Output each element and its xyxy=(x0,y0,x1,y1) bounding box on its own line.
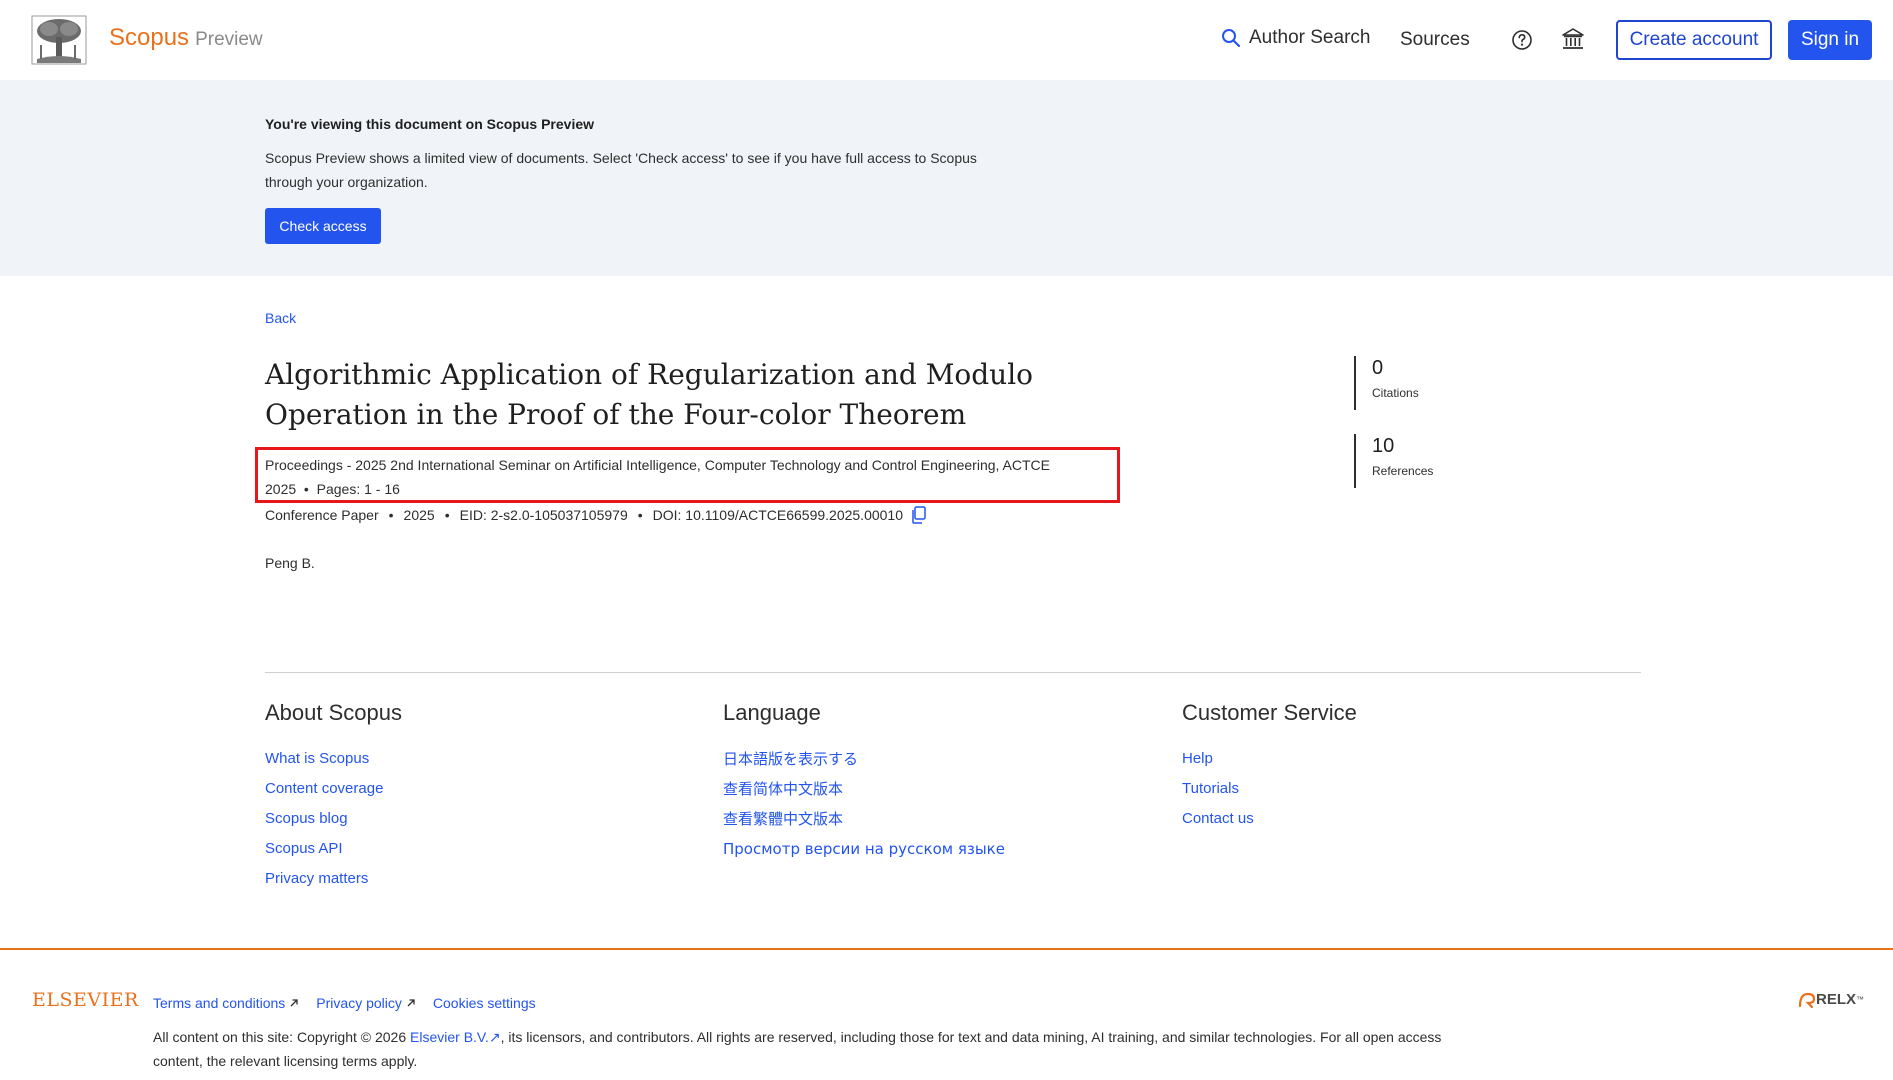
brand-sub: Preview xyxy=(195,29,263,50)
footer-about: About Scopus What is Scopus Content cove… xyxy=(265,700,402,894)
external-link-icon xyxy=(290,999,298,1007)
preview-banner: You're viewing this document on Scopus P… xyxy=(0,80,1893,276)
author-search-label: Author Search xyxy=(1249,27,1371,48)
institution-icon[interactable] xyxy=(1561,27,1585,51)
terms-link[interactable]: Terms and conditions xyxy=(153,995,300,1011)
footer-link-scopus-blog[interactable]: Scopus blog xyxy=(265,804,402,834)
scopus-brand[interactable]: Scopus Preview xyxy=(109,24,263,52)
footer-link-russian[interactable]: Просмотр версии на русском языке xyxy=(723,834,1005,864)
copyright-text: All content on this site: Copyright © 20… xyxy=(153,1025,1453,1073)
author-name[interactable]: Peng B. xyxy=(265,555,315,571)
external-link-icon xyxy=(407,999,415,1007)
footer-link-content-coverage[interactable]: Content coverage xyxy=(265,774,402,804)
brand-name: Scopus xyxy=(109,24,190,51)
footer-link-help[interactable]: Help xyxy=(1182,744,1357,774)
references-value: 10 xyxy=(1372,435,1395,457)
customer-heading: Customer Service xyxy=(1182,700,1357,725)
relx-logo[interactable]: RELX ™ xyxy=(1798,991,1864,1008)
footer-customer-service: Customer Service Help Tutorials Contact … xyxy=(1182,700,1357,834)
doc-year: 2025 xyxy=(403,507,435,523)
references-label: References xyxy=(1372,464,1434,478)
pages: Pages: 1 - 16 xyxy=(316,481,400,497)
footer-link-scopus-api[interactable]: Scopus API xyxy=(265,834,402,864)
footer-link-what-is-scopus[interactable]: What is Scopus xyxy=(265,744,402,774)
sources-link[interactable]: Sources xyxy=(1400,29,1470,51)
privacy-label: Privacy policy xyxy=(316,995,402,1011)
language-links: 日本語版を表示する 查看简体中文版本 查看繁體中文版本 Просмотр вер… xyxy=(723,744,1005,864)
footer-rule xyxy=(0,948,1893,950)
back-link[interactable]: Back xyxy=(265,310,296,326)
footer-link-contact-us[interactable]: Contact us xyxy=(1182,804,1357,834)
document-title: Algorithmic Application of Regularizatio… xyxy=(265,358,1034,431)
document-meta: Conference Paper • 2025 • EID: 2-s2.0-10… xyxy=(265,506,927,524)
footer-link-japanese[interactable]: 日本語版を表示する xyxy=(723,744,1005,774)
separator-dot: • xyxy=(296,481,317,497)
separator-dot: • xyxy=(637,507,643,523)
create-account-button[interactable]: Create account xyxy=(1616,20,1772,60)
site-header: Scopus Preview Author Search Sources Crea… xyxy=(0,0,1893,80)
search-icon xyxy=(1222,29,1241,48)
citations-value: 0 xyxy=(1372,357,1384,379)
copyright-pre: All content on this site: Copyright © 20… xyxy=(153,1029,407,1045)
copy-icon[interactable] xyxy=(911,506,927,524)
sign-in-button[interactable]: Sign in xyxy=(1788,20,1872,60)
help-icon[interactable] xyxy=(1511,29,1533,51)
footer-language: Language 日本語版を表示する 查看简体中文版本 查看繁體中文版本 Про… xyxy=(723,700,1005,864)
footer-divider xyxy=(265,672,1641,673)
terms-label: Terms and conditions xyxy=(153,995,286,1011)
about-links: What is Scopus Content coverage Scopus b… xyxy=(265,744,402,894)
elsevier-logo[interactable]: ELSEVIER xyxy=(32,989,139,1011)
footer-link-traditional-chinese[interactable]: 查看繁體中文版本 xyxy=(723,804,1005,834)
footer-link-privacy-matters[interactable]: Privacy matters xyxy=(265,864,402,894)
doc-type: Conference Paper xyxy=(265,507,379,523)
about-heading: About Scopus xyxy=(265,700,402,725)
footer-link-tutorials[interactable]: Tutorials xyxy=(1182,774,1357,804)
legal-links: Terms and conditions Privacy policy Cook… xyxy=(153,995,552,1011)
banner-title: You're viewing this document on Scopus P… xyxy=(265,116,595,132)
check-access-button[interactable]: Check access xyxy=(265,208,381,244)
elsevier-bv-link[interactable]: Elsevier B.V.↗ xyxy=(410,1029,501,1045)
banner-text: Scopus Preview shows a limited view of d… xyxy=(265,150,977,190)
customer-links: Help Tutorials Contact us xyxy=(1182,744,1357,834)
citations-label: Citations xyxy=(1372,386,1419,400)
doc-doi: DOI: 10.1109/ACTCE66599.2025.00010 xyxy=(652,507,903,523)
elsevier-bv-label: Elsevier B.V. xyxy=(410,1029,489,1045)
privacy-link[interactable]: Privacy policy xyxy=(316,995,417,1011)
author-search-link[interactable]: Author Search xyxy=(1221,27,1370,49)
references-metric[interactable]: 10 References xyxy=(1354,434,1504,488)
cookies-link[interactable]: Cookies settings xyxy=(433,995,536,1011)
footer-link-simplified-chinese[interactable]: 查看简体中文版本 xyxy=(723,774,1005,804)
relx-mark-icon xyxy=(1798,992,1816,1008)
doc-eid: EID: 2-s2.0-105037105979 xyxy=(459,507,628,523)
cookies-label: Cookies settings xyxy=(432,995,536,1011)
language-heading: Language xyxy=(723,700,821,725)
separator-dot: • xyxy=(388,507,394,523)
elsevier-tree-logo[interactable] xyxy=(31,15,87,65)
source-info: Proceedings - 2025 2nd International Sem… xyxy=(265,453,1115,501)
relx-tm: ™ xyxy=(1856,995,1865,1004)
citations-metric[interactable]: 0 Citations xyxy=(1354,356,1504,410)
relx-label: RELX xyxy=(1816,991,1857,1008)
separator-dot: • xyxy=(444,507,450,523)
